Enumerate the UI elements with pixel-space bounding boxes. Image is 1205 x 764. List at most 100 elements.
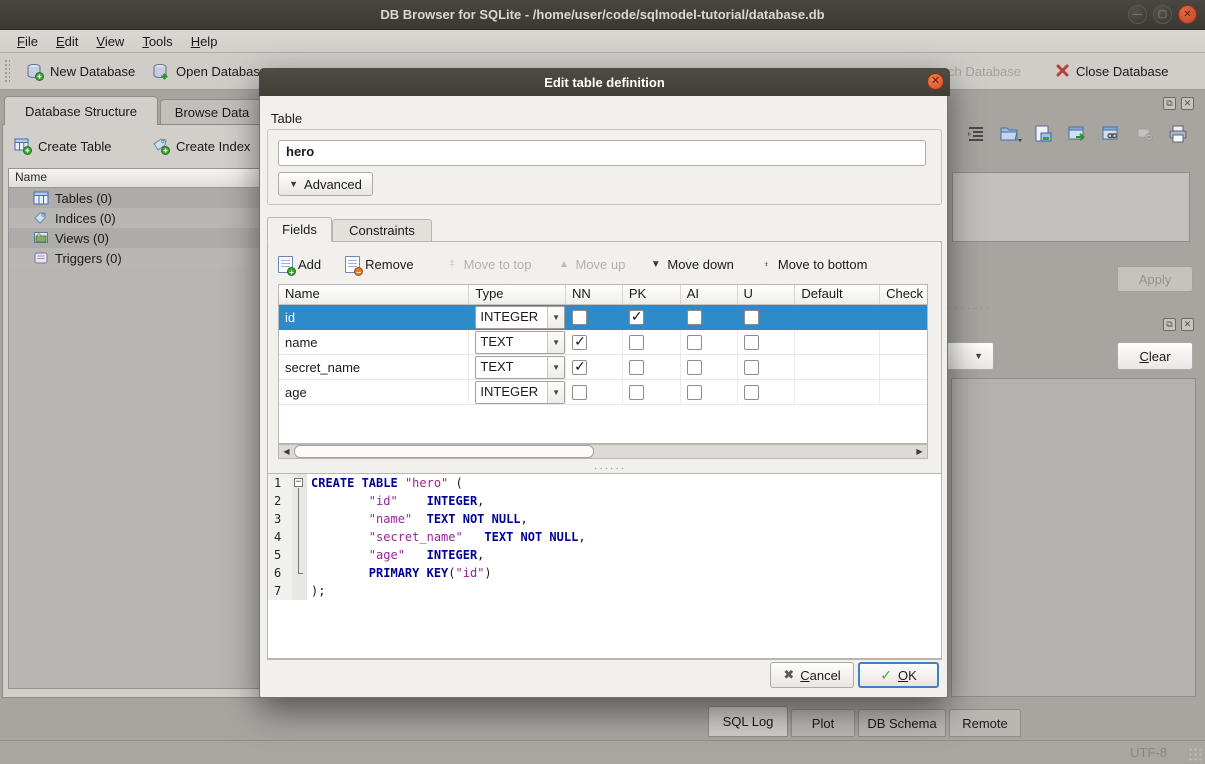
move-down-button[interactable]: ▼ Move down xyxy=(649,257,733,272)
nn-checkbox[interactable] xyxy=(572,360,587,375)
link-icon[interactable] xyxy=(1101,124,1121,144)
close-database-button[interactable]: Close Database xyxy=(1055,59,1169,84)
menu-file[interactable]: File xyxy=(8,32,47,51)
col-header-default[interactable]: Default xyxy=(795,285,880,305)
open-database-button[interactable]: Open Database xyxy=(152,59,267,84)
u-checkbox[interactable] xyxy=(744,335,759,350)
tab-browse-data[interactable]: Browse Data xyxy=(160,99,264,125)
table-label: Table xyxy=(271,111,302,126)
col-header-type[interactable]: Type xyxy=(469,285,566,305)
col-header-name[interactable]: Name xyxy=(279,285,469,305)
col-header-u[interactable]: U xyxy=(738,285,796,305)
move-to-top-icon: ⍏ xyxy=(446,259,459,270)
dock-float-icon[interactable]: ⧉ xyxy=(1163,97,1176,110)
menu-edit[interactable]: Edit xyxy=(47,32,87,51)
scroll-right-icon[interactable]: ▶ xyxy=(912,445,927,458)
fold-marker-icon[interactable]: − xyxy=(294,478,303,487)
ok-button[interactable]: ✓ OK xyxy=(858,662,939,688)
tab-database-structure[interactable]: Database Structure xyxy=(4,96,158,125)
tab-fields[interactable]: Fields xyxy=(267,217,332,242)
move-to-top-button[interactable]: ⍏ Move to top xyxy=(446,257,532,272)
window-titlebar[interactable]: DB Browser for SQLite - /home/user/code/… xyxy=(0,0,1205,30)
pk-checkbox[interactable] xyxy=(629,360,644,375)
ai-checkbox[interactable] xyxy=(687,385,702,400)
field-row-id[interactable]: id INTEGER▼ xyxy=(279,305,927,330)
scroll-left-icon[interactable]: ◀ xyxy=(279,445,294,458)
ai-checkbox[interactable] xyxy=(687,360,702,375)
add-field-button[interactable]: + Add xyxy=(278,256,321,273)
col-header-nn[interactable]: NN xyxy=(566,285,623,305)
scrollbar-handle[interactable] xyxy=(294,445,594,458)
tab-remote[interactable]: Remote xyxy=(949,709,1021,737)
dock-float-icon[interactable]: ⧉ xyxy=(1163,318,1176,331)
col-header-ai[interactable]: AI xyxy=(681,285,738,305)
sql-line: 3 "name" TEXT NOT NULL, xyxy=(268,510,941,528)
ai-checkbox[interactable] xyxy=(687,335,702,350)
export-icon[interactable] xyxy=(1033,124,1053,144)
sql-preview[interactable]: 1−CREATE TABLE "hero" (2 "id" INTEGER,3 … xyxy=(267,473,942,659)
cancel-button[interactable]: ✖ Cancel xyxy=(770,662,854,688)
cell-editor-textarea[interactable] xyxy=(952,172,1190,242)
grid-horizontal-scrollbar[interactable]: ◀ ▶ xyxy=(278,444,928,459)
resize-grip[interactable] xyxy=(1188,747,1202,761)
create-index-button[interactable]: Create Index xyxy=(152,137,250,155)
text-mode-icon[interactable] xyxy=(966,124,986,144)
edit-table-definition-dialog: Edit table definition ✕ Table hero ▼ Adv… xyxy=(259,68,948,698)
move-to-bottom-button[interactable]: ⍖ Move to bottom xyxy=(760,257,868,272)
dock-close-icon[interactable]: ✕ xyxy=(1181,318,1194,331)
u-checkbox[interactable] xyxy=(744,310,759,325)
remove-field-button[interactable]: − Remove xyxy=(345,256,413,273)
pk-checkbox[interactable] xyxy=(629,385,644,400)
type-dropdown[interactable]: INTEGER▼ xyxy=(475,381,565,404)
col-header-check[interactable]: Check xyxy=(880,285,927,305)
open-external-icon[interactable] xyxy=(1067,124,1087,144)
field-row-age[interactable]: age INTEGER▼ xyxy=(279,380,927,405)
nn-checkbox[interactable] xyxy=(572,385,587,400)
dialog-close-icon[interactable]: ✕ xyxy=(927,73,944,90)
indices-icon xyxy=(33,211,49,225)
dock-splitter[interactable]: ······· xyxy=(948,303,1008,314)
tab-constraints[interactable]: Constraints xyxy=(332,219,432,242)
maximize-icon[interactable]: ▢ xyxy=(1153,5,1172,24)
grid-header-row: Name Type NN PK AI U Default Check xyxy=(279,285,927,305)
set-null-icon[interactable] xyxy=(1135,124,1155,144)
field-row-name[interactable]: name TEXT▼ xyxy=(279,330,927,355)
apply-button[interactable]: Apply xyxy=(1117,266,1193,292)
minimize-icon[interactable]: — xyxy=(1128,5,1147,24)
field-row-secret-name[interactable]: secret_name TEXT▼ xyxy=(279,355,927,380)
print-icon[interactable] xyxy=(1168,124,1188,144)
type-dropdown[interactable]: TEXT▼ xyxy=(475,331,565,354)
col-header-pk[interactable]: PK xyxy=(623,285,681,305)
menu-view[interactable]: View xyxy=(87,32,133,51)
tab-plot[interactable]: Plot xyxy=(791,709,855,737)
menu-tools[interactable]: Tools xyxy=(133,32,181,51)
toolbar-grip[interactable] xyxy=(4,59,10,83)
dialog-titlebar[interactable]: Edit table definition ✕ xyxy=(259,68,950,96)
advanced-button[interactable]: ▼ Advanced xyxy=(278,172,373,196)
clear-log-button[interactable]: Clear xyxy=(1117,342,1193,370)
tab-sql-log[interactable]: SQL Log xyxy=(708,706,788,737)
nn-checkbox[interactable] xyxy=(572,335,587,350)
type-dropdown[interactable]: INTEGER▼ xyxy=(475,306,565,329)
pk-checkbox[interactable] xyxy=(629,310,644,325)
close-icon[interactable]: ✕ xyxy=(1178,5,1197,24)
ai-checkbox[interactable] xyxy=(687,310,702,325)
move-up-icon: ▲ xyxy=(558,259,571,270)
pk-checkbox[interactable] xyxy=(629,335,644,350)
tab-db-schema[interactable]: DB Schema xyxy=(858,709,946,737)
new-database-button[interactable]: New Database xyxy=(26,59,135,84)
menu-help[interactable]: Help xyxy=(182,32,227,51)
chevron-down-icon: ▼ xyxy=(547,332,564,353)
import-icon[interactable] xyxy=(999,124,1019,144)
sql-log-area[interactable] xyxy=(951,378,1196,697)
nn-checkbox[interactable] xyxy=(572,310,587,325)
u-checkbox[interactable] xyxy=(744,360,759,375)
move-up-button[interactable]: ▲ Move up xyxy=(558,257,626,272)
create-table-button[interactable]: Create Table xyxy=(14,137,111,155)
sql-line: 4 "secret_name" TEXT NOT NULL, xyxy=(268,528,941,546)
table-name-input[interactable]: hero xyxy=(278,140,926,166)
attach-database-button[interactable]: ch Database xyxy=(948,59,1021,84)
u-checkbox[interactable] xyxy=(744,385,759,400)
type-dropdown[interactable]: TEXT▼ xyxy=(475,356,565,379)
dock-close-icon[interactable]: ✕ xyxy=(1181,97,1194,110)
